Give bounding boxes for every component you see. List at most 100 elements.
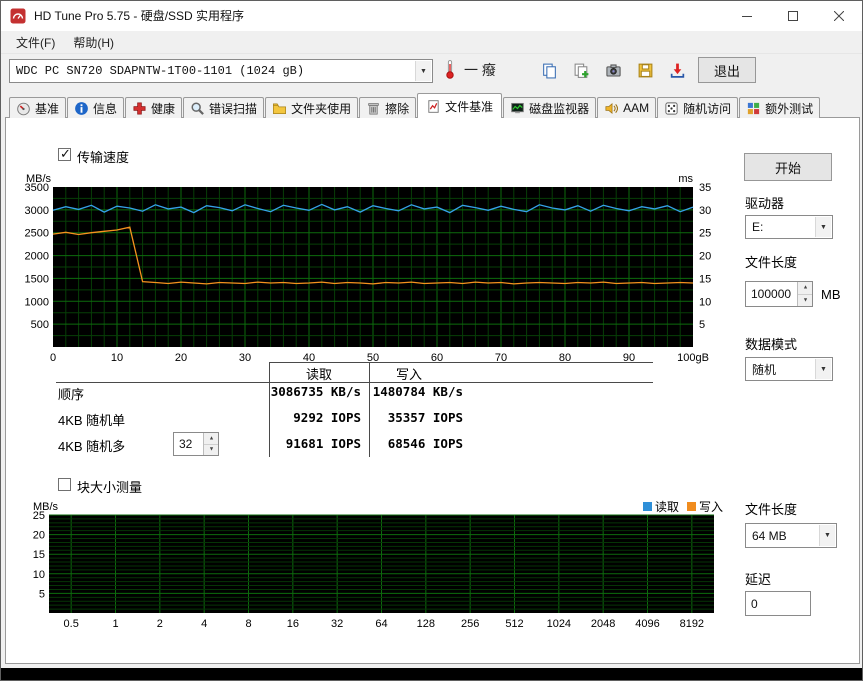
delay-input[interactable] — [745, 591, 811, 616]
file-length-unit: MB — [821, 287, 841, 302]
result-write-value: 68546 IOPS — [387, 436, 463, 451]
random-icon — [664, 101, 679, 116]
title-bar: HD Tune Pro 5.75 - 硬盘/SSD 实用程序 — [1, 1, 862, 31]
tab-file-benchmark[interactable]: 文件基准 — [417, 93, 503, 118]
menu-file[interactable]: 文件(F) — [7, 31, 64, 54]
drive-select-value: WDC PC SN720 SDAPNTW-1T00-1101 (1024 gB) — [16, 64, 305, 78]
extra-tests-icon — [746, 101, 761, 116]
drive-label: 驱动器 — [745, 196, 785, 211]
target-drive-value: E: — [752, 220, 764, 234]
scan-icon — [190, 101, 205, 116]
tab-aam[interactable]: AAM — [597, 97, 657, 118]
tab-label: 信息 — [93, 101, 118, 116]
folder-icon — [272, 101, 287, 116]
minimize-button[interactable] — [724, 1, 770, 31]
exit-button[interactable]: 退出 — [698, 57, 756, 83]
tab-info[interactable]: 信息 — [67, 97, 125, 118]
data-mode-label: 数据模式 — [745, 337, 798, 352]
data-mode-select[interactable]: 随机 — [745, 357, 833, 381]
legend-swatch — [643, 502, 652, 511]
tab-label: 错误扫描 — [209, 101, 258, 116]
app-icon — [10, 8, 26, 24]
tab-label: 基准 — [35, 101, 60, 116]
save-screenshot-button[interactable] — [631, 57, 659, 83]
toolbar-buttons — [535, 57, 691, 83]
block-size-checkbox-label: 块大小测量 — [77, 480, 143, 495]
tab-label: 磁盘监视器 — [529, 101, 590, 116]
health-icon — [132, 101, 147, 116]
window-controls — [724, 1, 862, 31]
column-header-read: 读取 — [305, 367, 332, 382]
legend-label: 写入 — [699, 500, 724, 514]
tab-label: 额外测试 — [765, 101, 814, 116]
aam-icon — [604, 101, 619, 116]
tab-folder-usage[interactable]: 文件夹使用 — [265, 97, 359, 118]
spin-up-icon[interactable] — [204, 433, 218, 445]
legend-item: 写入 — [687, 498, 723, 515]
tab-label: 文件夹使用 — [291, 101, 352, 116]
tab-label: 擦除 — [385, 101, 410, 116]
tab-benchmark[interactable]: 基准 — [9, 97, 67, 118]
menu-bar: 文件(F) 帮助(H) — [1, 31, 862, 54]
result-read-value: 3086735 KB/s — [270, 384, 361, 399]
chevron-down-icon — [819, 525, 835, 546]
legend-label: 读取 — [655, 500, 680, 514]
close-button[interactable] — [816, 1, 862, 31]
app-window: HD Tune Pro 5.75 - 硬盘/SSD 实用程序 文件(F) 帮助(… — [0, 0, 863, 681]
add-screenshot-button[interactable] — [567, 57, 595, 83]
file-length-spinner[interactable]: 100000 — [745, 281, 813, 307]
export-results-button[interactable] — [663, 57, 691, 83]
tab-bar: 基准 信息 健康 错误扫描 文件夹使用 擦除 文件基准 磁盘监视器 AAM 随机访问 额外测试 — [9, 93, 821, 118]
start-button[interactable]: 开始 — [744, 153, 832, 181]
export-icon — [669, 62, 686, 79]
gauge-icon — [16, 101, 31, 116]
tab-label: 健康 — [151, 101, 176, 116]
menu-help[interactable]: 帮助(H) — [64, 31, 123, 54]
temperature-value: 一 癈 — [464, 62, 496, 78]
thermometer-icon — [442, 58, 458, 80]
tab-extra-tests[interactable]: 额外测试 — [739, 97, 821, 118]
tab-label: 文件基准 — [445, 99, 494, 114]
chart-legend: 读取 写入 — [643, 498, 723, 515]
queue-depth-value: 32 — [179, 437, 193, 451]
file-benchmark-icon — [426, 99, 441, 114]
disk-monitor-icon — [510, 101, 525, 116]
queue-depth-spinner[interactable]: 32 — [173, 432, 219, 456]
spin-down-icon[interactable] — [204, 444, 218, 455]
info-icon — [74, 101, 89, 116]
erase-icon — [366, 101, 381, 116]
result-row-label: 4KB 随机多 — [58, 439, 126, 454]
delay-label: 延迟 — [745, 572, 772, 587]
tab-error-scan[interactable]: 错误扫描 — [183, 97, 265, 118]
copy-add-icon — [573, 62, 590, 79]
block-file-length-select[interactable]: 64 MB — [745, 523, 837, 548]
block-file-length-label: 文件长度 — [745, 502, 798, 517]
chevron-down-icon — [815, 217, 831, 237]
copy-screenshot-button[interactable] — [535, 57, 563, 83]
tab-label: 随机访问 — [683, 101, 732, 116]
tab-random-access[interactable]: 随机访问 — [657, 97, 739, 118]
transfer-speed-checkbox[interactable] — [58, 146, 71, 162]
spin-down-icon[interactable] — [798, 294, 812, 306]
window-title: HD Tune Pro 5.75 - 硬盘/SSD 实用程序 — [34, 9, 245, 23]
bottom-bar — [1, 668, 862, 680]
column-header-write: 写入 — [395, 367, 422, 382]
transfer-speed-checkbox-label: 传输速度 — [77, 150, 130, 165]
chevron-down-icon — [815, 359, 831, 379]
result-read-value: 91681 IOPS — [285, 436, 361, 451]
spin-up-icon[interactable] — [798, 282, 812, 295]
drive-select[interactable]: WDC PC SN720 SDAPNTW-1T00-1101 (1024 gB) — [9, 59, 433, 83]
tab-erase[interactable]: 擦除 — [359, 97, 417, 118]
legend-swatch — [687, 502, 697, 511]
result-write-value: 35357 IOPS — [387, 410, 463, 425]
tab-health[interactable]: 健康 — [125, 97, 183, 118]
maximize-button[interactable] — [770, 1, 816, 31]
tab-disk-monitor[interactable]: 磁盘监视器 — [503, 97, 597, 118]
block-size-checkbox[interactable] — [58, 478, 71, 491]
tab-label: AAM — [623, 101, 650, 115]
block-file-length-value: 64 MB — [752, 528, 787, 543]
save-icon — [637, 62, 654, 79]
file-length-value: 100000 — [751, 287, 792, 301]
target-drive-select[interactable]: E: — [745, 215, 833, 239]
capture-screenshot-button[interactable] — [599, 57, 627, 83]
